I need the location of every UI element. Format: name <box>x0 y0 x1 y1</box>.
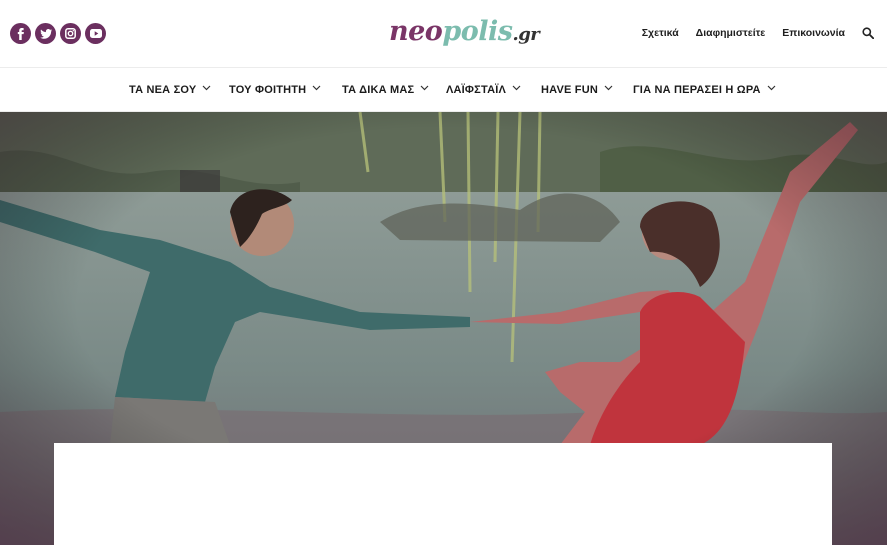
nav-item-student[interactable]: ΤΟΥ ΦΟΙΤΗΤΗ <box>229 84 321 96</box>
nav-item-label: HAVE FUN <box>541 84 599 96</box>
link-about[interactable]: Σχετικά <box>642 27 679 39</box>
nav-item-have-fun[interactable]: HAVE FUN <box>541 84 613 96</box>
chevron-down-icon <box>767 85 776 91</box>
nav-item-label: ΓΙΑ ΝΑ ΠΕΡΑΣΕΙ Η ΩΡΑ <box>633 84 761 96</box>
search-icon[interactable] <box>862 26 875 44</box>
logo-part-polis: polis <box>442 16 513 47</box>
youtube-icon[interactable] <box>85 23 106 44</box>
chevron-down-icon <box>202 85 211 91</box>
link-advertise[interactable]: Διαφημιστείτε <box>696 27 766 39</box>
chevron-down-icon <box>420 85 429 91</box>
link-contact[interactable]: Επικοινωνία <box>782 27 845 39</box>
twitter-icon[interactable] <box>35 23 56 44</box>
nav-item-news[interactable]: ΤΑ ΝΕΑ ΣΟΥ <box>129 84 211 96</box>
nav-item-label: ΛΑΪΦΣΤΑΪΛ <box>446 84 507 96</box>
logo-part-neo: neo <box>389 16 443 47</box>
nav-item-label: ΤΟΥ ΦΟΙΤΗΤΗ <box>229 84 307 96</box>
facebook-icon[interactable] <box>10 23 31 44</box>
top-bar: neopolis.gr Σχετικά Διαφημιστείτε Επικοι… <box>0 0 887 68</box>
main-nav: ΤΑ ΝΕΑ ΣΟΥ ΤΟΥ ΦΟΙΤΗΤΗ ΤΑ ΔΙΚΑ ΜΑΣ ΛΑΪΦΣ… <box>0 68 887 112</box>
social-icons <box>10 23 108 44</box>
top-links: Σχετικά Διαφημιστείτε Επικοινωνία <box>642 27 845 39</box>
nav-item-pass-time[interactable]: ΓΙΑ ΝΑ ΠΕΡΑΣΕΙ Η ΩΡΑ <box>633 84 776 96</box>
chevron-down-icon <box>312 85 321 91</box>
chevron-down-icon <box>512 85 521 91</box>
nav-item-ours[interactable]: ΤΑ ΔΙΚΑ ΜΑΣ <box>342 84 429 96</box>
nav-item-label: ΤΑ ΝΕΑ ΣΟΥ <box>129 84 197 96</box>
logo-part-gr: .gr <box>512 24 540 45</box>
nav-item-lifestyle[interactable]: ΛΑΪΦΣΤΑΪΛ <box>446 84 521 96</box>
content-card <box>54 443 832 545</box>
site-logo[interactable]: neopolis.gr <box>389 15 540 52</box>
chevron-down-icon <box>604 85 613 91</box>
nav-item-label: ΤΑ ΔΙΚΑ ΜΑΣ <box>342 84 415 96</box>
instagram-icon[interactable] <box>60 23 81 44</box>
